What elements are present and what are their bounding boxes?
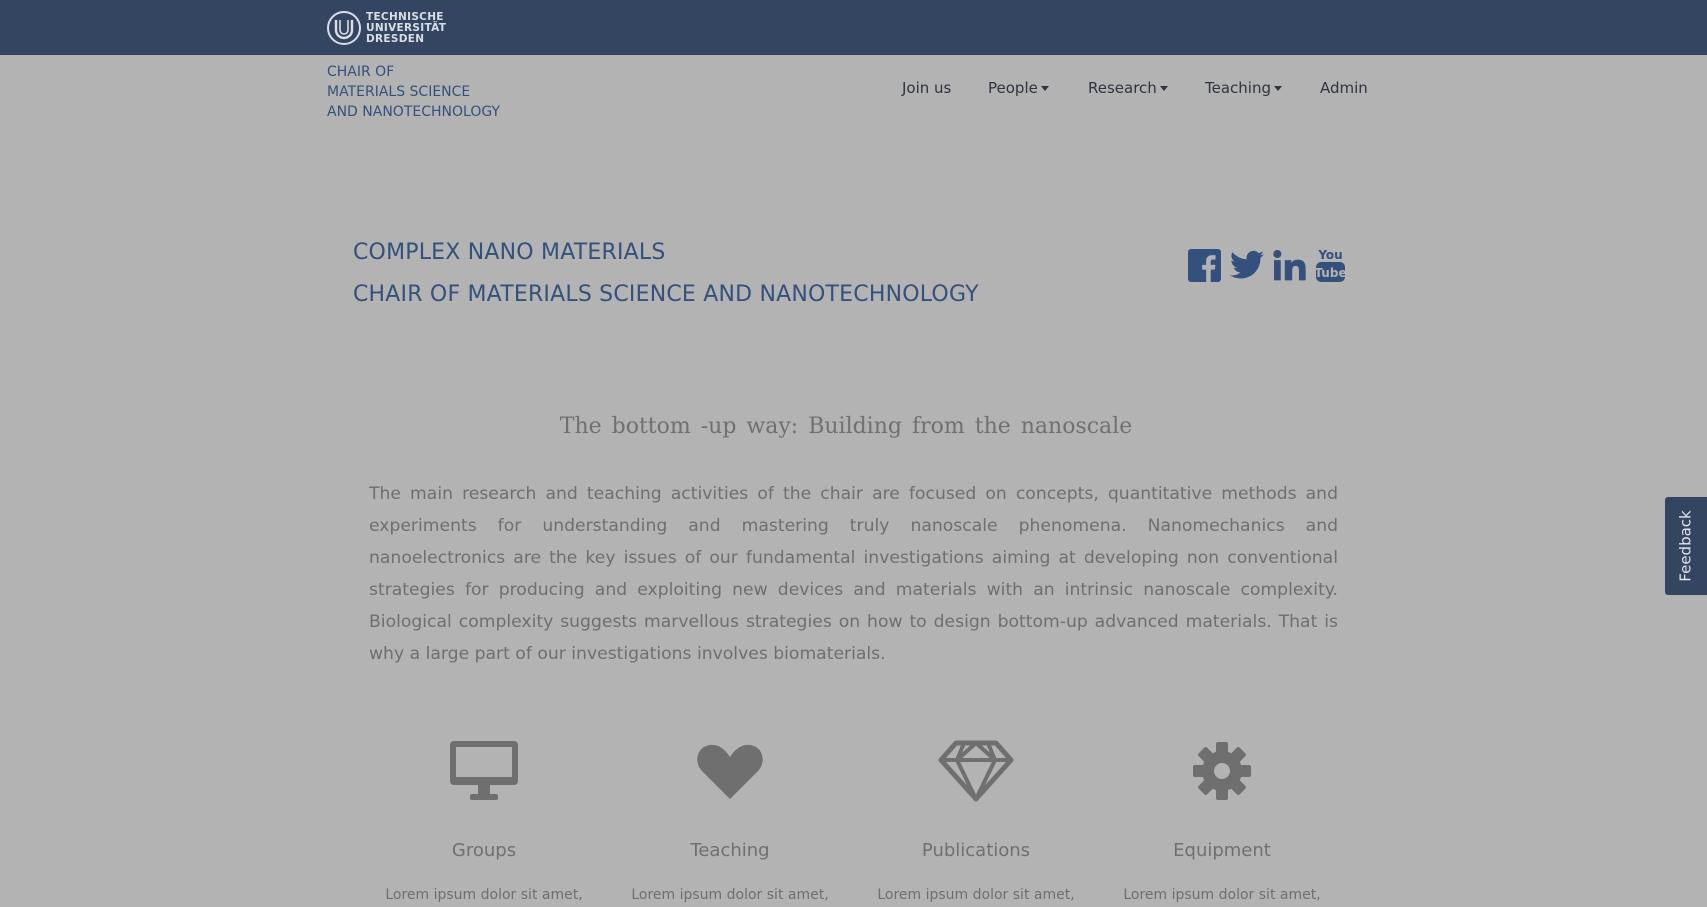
feedback-tab[interactable]: Feedback	[1665, 497, 1707, 595]
feature-title: Teaching	[690, 840, 770, 861]
nav-join-label: Join us	[902, 79, 952, 97]
feedback-label: Feedback	[1677, 510, 1695, 582]
twitter-icon[interactable]	[1230, 250, 1264, 280]
feature-desc: Lorem ipsum dolor sit amet,	[385, 887, 583, 903]
facebook-icon[interactable]	[1188, 248, 1221, 282]
feature-teaching[interactable]: Teaching Lorem ipsum dolor sit amet,	[607, 736, 853, 903]
nav-join-us[interactable]: Join us	[902, 79, 951, 97]
nav-teaching-label: Teaching	[1205, 79, 1271, 97]
feature-equipment[interactable]: Equipment Lorem ipsum dolor sit amet,	[1099, 736, 1345, 903]
tu-dresden-logo[interactable]: TECHNISCHE UNIVERSITÄT DRESDEN	[326, 9, 446, 47]
caret-down-icon	[1159, 86, 1168, 91]
chair-title-line: AND NANOTECHNOLOGY	[327, 104, 501, 120]
heart-icon	[697, 744, 763, 799]
feature-groups[interactable]: Groups Lorem ipsum dolor sit amet,	[361, 736, 607, 903]
nav-research-dropdown[interactable]: Research	[1088, 79, 1168, 97]
svg-text:Tube: Tube	[1315, 266, 1346, 280]
tu-logo-line: TECHNISCHE	[366, 10, 444, 23]
feature-desc: Lorem ipsum dolor sit amet,	[631, 887, 829, 903]
youtube-icon[interactable]: You Tube	[1315, 246, 1346, 284]
nav-people-label: People	[988, 79, 1038, 97]
feature-title: Equipment	[1173, 840, 1271, 861]
linkedin-icon[interactable]	[1273, 249, 1306, 281]
hero-title: COMPLEX NANO MATERIALS	[353, 240, 666, 265]
nav-research-label: Research	[1088, 79, 1157, 97]
tu-logo-text: TECHNISCHE UNIVERSITÄT DRESDEN	[366, 10, 447, 45]
feature-publications[interactable]: Publications Lorem ipsum dolor sit amet,	[853, 736, 1099, 903]
hero-subtitle: CHAIR OF MATERIALS SCIENCE AND NANOTECHN…	[353, 282, 979, 307]
gear-icon	[1193, 742, 1251, 800]
feature-desc: Lorem ipsum dolor sit amet,	[1123, 887, 1321, 903]
intro-paragraph: The main research and teaching activitie…	[369, 484, 1338, 664]
tu-logo-line: DRESDEN	[366, 32, 425, 45]
features-row: Groups Lorem ipsum dolor sit amet, Teach…	[361, 736, 1345, 907]
feature-title: Groups	[451, 840, 517, 861]
feature-desc: Lorem ipsum dolor sit amet,	[877, 887, 1075, 903]
diamond-icon	[938, 740, 1014, 802]
tu-logo-icon	[327, 11, 361, 45]
nav-people-dropdown[interactable]: People	[988, 79, 1049, 97]
chair-title-line: CHAIR OF	[327, 64, 395, 80]
nav-admin[interactable]: Admin	[1320, 79, 1368, 97]
caret-down-icon	[1273, 86, 1282, 91]
top-bar: TECHNISCHE UNIVERSITÄT DRESDEN	[0, 0, 1707, 55]
chair-title-line: MATERIALS SCIENCE	[327, 84, 471, 100]
tu-logo-line: UNIVERSITÄT	[366, 21, 447, 34]
tagline: The bottom -up way: Building from the na…	[559, 414, 1133, 439]
svg-text:You: You	[1317, 248, 1342, 262]
feature-title: Publications	[921, 840, 1031, 861]
nav-teaching-dropdown[interactable]: Teaching	[1205, 79, 1282, 97]
desktop-icon	[450, 741, 518, 800]
nav-admin-label: Admin	[1320, 79, 1368, 97]
chair-title-link[interactable]: CHAIR OF MATERIALS SCIENCE AND NANOTECHN…	[327, 62, 500, 122]
caret-down-icon	[1040, 86, 1049, 91]
social-links: You Tube	[1188, 246, 1346, 284]
